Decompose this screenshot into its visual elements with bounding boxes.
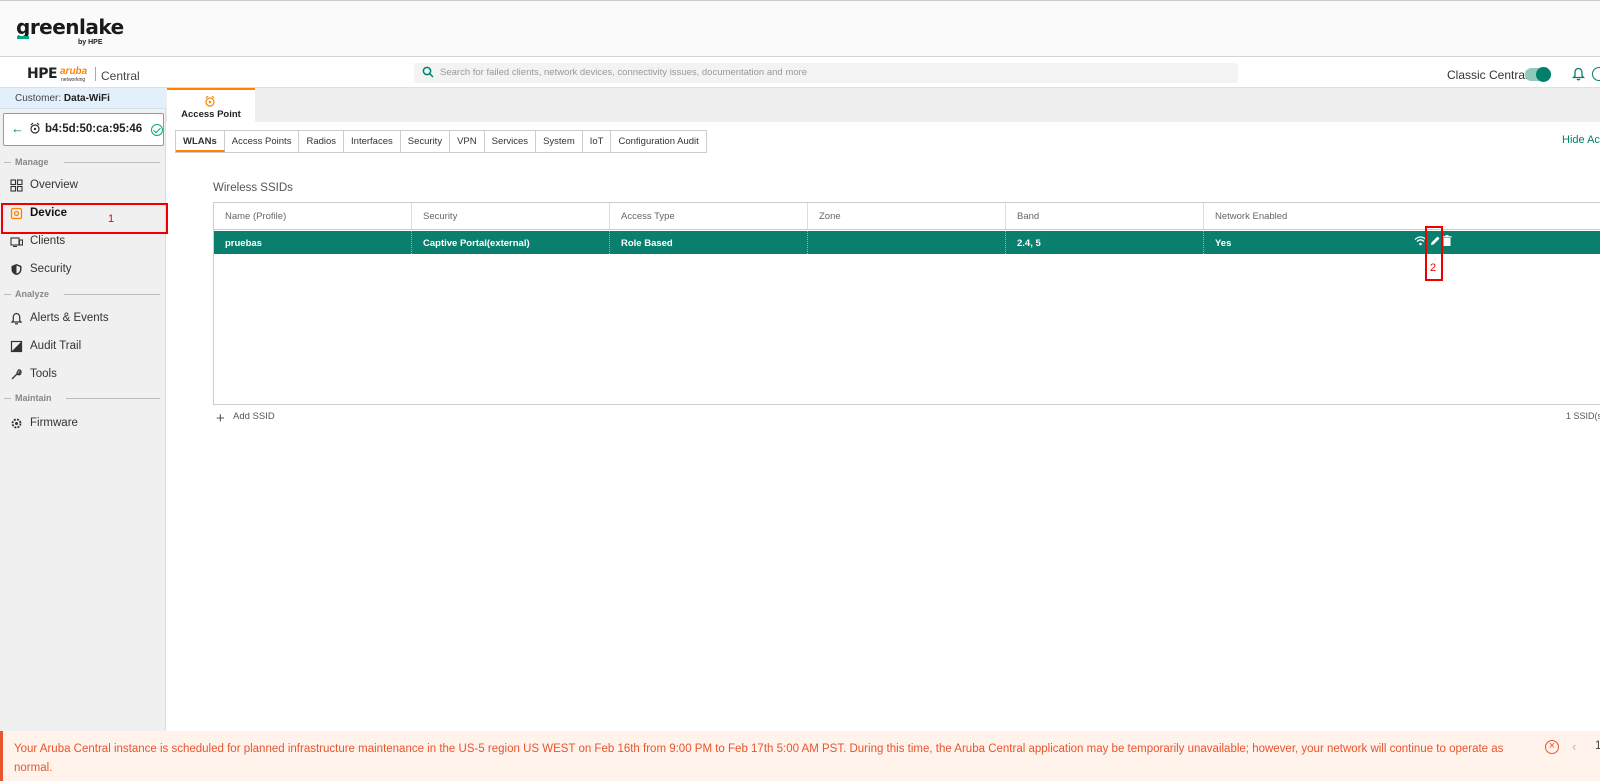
sidebar-item-label: Clients xyxy=(30,235,66,247)
wrench-icon xyxy=(11,369,22,380)
notifications-bell-icon[interactable] xyxy=(1572,67,1585,81)
section-label: Manage xyxy=(15,157,49,167)
tab-iot[interactable]: IoT xyxy=(582,131,612,152)
device-context-box[interactable]: ← b4:5d:50:ca:95:46 xyxy=(3,113,164,146)
access-point-icon xyxy=(30,122,40,134)
search-icon xyxy=(422,66,434,78)
search-placeholder: Search for failed clients, network devic… xyxy=(440,67,807,78)
sidebar-item-overview[interactable]: Overview xyxy=(0,172,166,200)
greenlake-logo[interactable]: greenlake by HPE xyxy=(16,15,124,46)
tab-access-points[interactable]: Access Points xyxy=(224,131,300,152)
sidebar-item-label: Tools xyxy=(30,368,57,380)
add-plus-icon[interactable]: + xyxy=(216,410,225,427)
tab-wlans[interactable]: WLANs xyxy=(176,131,225,152)
hide-advanced-link[interactable]: Hide Ac xyxy=(1562,134,1600,146)
greenlake-topbar: greenlake by HPE xyxy=(0,0,1600,57)
tab-system[interactable]: System xyxy=(536,131,583,152)
sidebar-item-label: Overview xyxy=(30,179,78,191)
tab-radios[interactable]: Radios xyxy=(299,131,345,152)
device-mac: b4:5d:50:ca:95:46 xyxy=(45,123,143,135)
main-content: Access Point WLANs Access Points Radios … xyxy=(166,88,1600,731)
sidebar-item-label: Audit Trail xyxy=(30,340,82,352)
shield-icon xyxy=(11,264,22,275)
app-name: Central xyxy=(101,69,140,83)
toggle-knob xyxy=(1536,67,1551,82)
config-subtabs: WLANs Access Points Radios Interfaces Se… xyxy=(175,130,707,153)
column-header[interactable]: Security xyxy=(412,203,610,230)
classic-central-toggle[interactable] xyxy=(1525,67,1551,82)
tab-vpn[interactable]: VPN xyxy=(450,131,485,152)
sidebar-item-security[interactable]: Security xyxy=(0,256,166,284)
section-label: Analyze xyxy=(15,289,50,299)
greenlake-logo-text: greenlake xyxy=(16,15,124,39)
tab-access-point[interactable]: Access Point xyxy=(167,88,255,122)
gear-icon xyxy=(11,418,22,429)
close-icon[interactable]: × xyxy=(1545,740,1559,754)
table-header: Name (Profile) Security Access Type Zone… xyxy=(214,203,1600,230)
wireless-ssids-title: Wireless SSIDs xyxy=(213,182,293,194)
sidebar-item-audit-trail[interactable]: Audit Trail xyxy=(0,333,166,361)
classic-central-label: Classic Central xyxy=(1447,68,1528,82)
tab-label: Access Point xyxy=(181,109,241,120)
tab-interfaces[interactable]: Interfaces xyxy=(344,131,401,152)
sidebar: Customer: Data-WiFi ← b4:5d:50:ca:95:46 … xyxy=(0,88,166,731)
customer-bar[interactable]: Customer: Data-WiFi xyxy=(0,88,166,109)
column-header[interactable]: Band xyxy=(1006,203,1204,230)
chevron-left-icon[interactable]: ‹ xyxy=(1572,739,1576,754)
sidebar-item-firmware[interactable]: Firmware xyxy=(0,410,166,438)
status-ok-icon xyxy=(151,124,163,136)
back-arrow-icon[interactable]: ← xyxy=(11,121,24,136)
device-type-tabbar: Access Point xyxy=(166,88,1600,122)
table-row[interactable]: pruebas Captive Portal(external) Role Ba… xyxy=(214,231,1600,254)
customer-name: Data-WiFi xyxy=(63,93,110,104)
tab-configuration-audit[interactable]: Configuration Audit xyxy=(611,131,706,152)
annotation-number-2: 2 xyxy=(1430,262,1437,274)
maintenance-banner: Your Aruba Central instance is scheduled… xyxy=(0,731,1600,781)
sidebar-item-alerts-events[interactable]: Alerts & Events xyxy=(0,305,166,333)
aruba-logo-sub: networking xyxy=(61,77,86,83)
column-header[interactable]: Zone xyxy=(808,203,1006,230)
section-analyze: Analyze xyxy=(0,289,166,301)
bell-icon xyxy=(10,312,23,325)
ssid-count: 1 SSID(s xyxy=(1566,411,1600,421)
central-header: HPE aruba networking Central Search for … xyxy=(0,57,1600,88)
tab-security[interactable]: Security xyxy=(400,131,451,152)
grid-icon xyxy=(10,179,23,192)
cell-security: Captive Portal(external) xyxy=(412,231,610,254)
customer-label: Customer: xyxy=(15,93,62,104)
clients-icon xyxy=(10,237,23,248)
add-ssid-button[interactable]: Add SSID xyxy=(233,411,275,422)
section-label: Maintain xyxy=(15,393,52,403)
cell-band: 2.4, 5 xyxy=(1006,231,1204,254)
aruba-logo: aruba xyxy=(60,66,88,77)
annotation-box-device xyxy=(1,203,168,234)
help-icon[interactable] xyxy=(1592,67,1600,81)
column-header[interactable]: Access Type xyxy=(610,203,808,230)
search-input[interactable]: Search for failed clients, network devic… xyxy=(414,63,1238,83)
column-header[interactable]: Name (Profile) xyxy=(214,203,412,230)
cell-network-enabled: Yes xyxy=(1215,238,1232,249)
ssid-table: Name (Profile) Security Access Type Zone… xyxy=(213,202,1600,405)
greenlake-logo-by: by HPE xyxy=(78,39,103,46)
greenlake-logo-dash xyxy=(17,36,29,39)
audit-icon xyxy=(10,340,23,353)
delete-trash-icon[interactable] xyxy=(1442,235,1452,247)
hpe-logo: HPE xyxy=(27,66,58,82)
section-manage: Manage xyxy=(0,157,166,169)
sidebar-item-label: Security xyxy=(30,263,72,275)
access-point-icon xyxy=(205,95,215,107)
column-header[interactable]: Network Enabled xyxy=(1204,203,1600,230)
tab-services[interactable]: Services xyxy=(484,131,537,152)
cell-access-type: Role Based xyxy=(610,231,808,254)
cell-name: pruebas xyxy=(214,231,412,254)
annotation-number-1: 1 xyxy=(108,213,115,225)
sidebar-item-tools[interactable]: Tools xyxy=(0,361,166,389)
banner-message: Your Aruba Central instance is scheduled… xyxy=(14,743,1504,774)
sidebar-item-label: Firmware xyxy=(30,417,78,429)
sidebar-item-label: Alerts & Events xyxy=(30,312,109,324)
section-maintain: Maintain xyxy=(0,393,166,405)
banner-page-number: 1 xyxy=(1595,740,1600,752)
header-divider xyxy=(95,67,96,81)
cell-zone xyxy=(808,231,1006,254)
